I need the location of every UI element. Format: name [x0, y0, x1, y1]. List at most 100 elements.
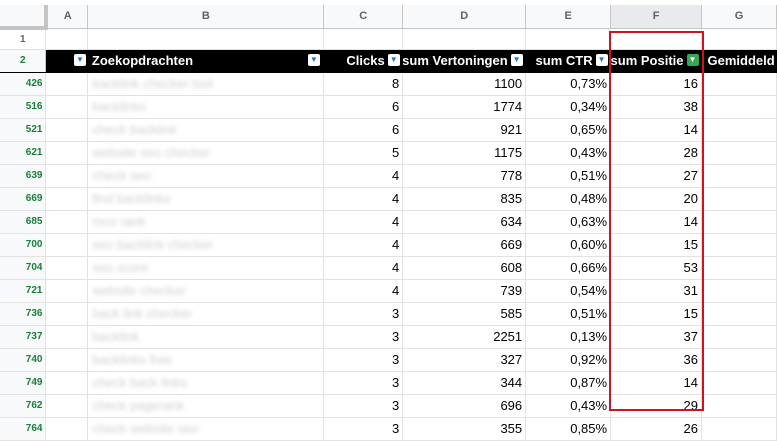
row-header[interactable]: 764 [0, 417, 47, 441]
query-cell[interactable]: backlink [87, 325, 325, 349]
cell-g[interactable] [701, 394, 777, 418]
row-header[interactable]: 685 [0, 210, 47, 234]
column-header-f[interactable]: F [610, 5, 703, 29]
position-cell[interactable]: 14 [610, 210, 703, 234]
cell-g[interactable] [701, 371, 777, 395]
row-header[interactable]: 639 [0, 164, 47, 188]
clicks-cell[interactable]: 3 [323, 417, 404, 441]
query-cell[interactable]: backlinks [87, 95, 325, 119]
filter-icon[interactable]: ▼ [307, 53, 320, 66]
position-cell[interactable]: 53 [610, 256, 703, 280]
cell-g[interactable] [701, 95, 777, 119]
column-header-a[interactable]: A [45, 5, 89, 29]
query-cell[interactable]: backlink checker tool [87, 72, 325, 96]
ctr-cell[interactable]: 0,65% [525, 118, 612, 142]
ctr-cell[interactable]: 0,85% [525, 417, 612, 441]
select-all-corner[interactable] [0, 5, 48, 30]
cell-a[interactable] [45, 164, 89, 188]
cell[interactable] [323, 28, 404, 50]
impressions-cell[interactable]: 1100 [402, 72, 527, 96]
cell-a[interactable] [45, 210, 89, 234]
header-cell-positie[interactable]: sum Positie ▼ [610, 49, 702, 73]
ctr-cell[interactable]: 0,51% [525, 302, 612, 326]
cell-g[interactable] [701, 210, 777, 234]
clicks-cell[interactable]: 3 [323, 394, 404, 418]
query-cell[interactable]: website seo checker [87, 141, 325, 165]
query-cell[interactable]: seo score [87, 256, 325, 280]
row-header[interactable]: 2 [0, 49, 47, 73]
clicks-cell[interactable]: 4 [323, 187, 404, 211]
cell[interactable] [45, 28, 89, 50]
cell-g[interactable] [701, 279, 777, 303]
impressions-cell[interactable]: 344 [402, 371, 527, 395]
impressions-cell[interactable]: 2251 [402, 325, 527, 349]
cell-a[interactable] [45, 348, 89, 372]
cell-g[interactable] [701, 187, 777, 211]
filter-icon[interactable]: ▼ [510, 53, 523, 66]
position-cell[interactable]: 31 [610, 279, 703, 303]
impressions-cell[interactable]: 327 [402, 348, 527, 372]
impressions-cell[interactable]: 739 [402, 279, 527, 303]
query-cell[interactable]: seo backlink checker [87, 233, 325, 257]
query-cell[interactable]: check back links [87, 371, 325, 395]
query-cell[interactable]: back link checker [87, 302, 325, 326]
impressions-cell[interactable]: 778 [402, 164, 527, 188]
filter-icon[interactable]: ▼ [595, 53, 608, 66]
ctr-cell[interactable]: 0,51% [525, 164, 612, 188]
impressions-cell[interactable]: 1774 [402, 95, 527, 119]
ctr-cell[interactable]: 0,48% [525, 187, 612, 211]
position-cell[interactable]: 14 [610, 118, 703, 142]
column-header-b[interactable]: B [87, 5, 325, 29]
active-filter-icon[interactable]: ▼ [686, 53, 699, 66]
cell-a[interactable] [45, 256, 89, 280]
ctr-cell[interactable]: 0,34% [525, 95, 612, 119]
column-header-e[interactable]: E [525, 5, 612, 29]
ctr-cell[interactable]: 0,92% [525, 348, 612, 372]
cell-a[interactable] [45, 417, 89, 441]
clicks-cell[interactable]: 6 [323, 118, 404, 142]
ctr-cell[interactable]: 0,73% [525, 72, 612, 96]
impressions-cell[interactable]: 669 [402, 233, 527, 257]
impressions-cell[interactable]: 355 [402, 417, 527, 441]
query-cell[interactable]: check seo [87, 164, 325, 188]
ctr-cell[interactable]: 0,43% [525, 141, 612, 165]
filter-icon[interactable]: ▼ [387, 53, 400, 66]
query-cell[interactable]: moz rank [87, 210, 325, 234]
position-cell[interactable]: 16 [610, 72, 703, 96]
row-header[interactable]: 737 [0, 325, 47, 349]
row-header[interactable]: 700 [0, 233, 47, 257]
ctr-cell[interactable]: 0,54% [525, 279, 612, 303]
cell-g[interactable] [701, 141, 777, 165]
clicks-cell[interactable]: 4 [323, 233, 404, 257]
column-header-d[interactable]: D [402, 5, 527, 29]
cell-a[interactable] [45, 118, 89, 142]
impressions-cell[interactable]: 1175 [402, 141, 527, 165]
row-header[interactable]: 740 [0, 348, 47, 372]
row-header[interactable]: 621 [0, 141, 47, 165]
cell-a[interactable] [45, 233, 89, 257]
cell-a[interactable] [45, 394, 89, 418]
position-cell[interactable]: 15 [610, 302, 703, 326]
position-cell[interactable]: 15 [610, 233, 703, 257]
position-cell[interactable]: 14 [610, 371, 703, 395]
position-cell[interactable]: 28 [610, 141, 703, 165]
cell-g[interactable] [701, 348, 777, 372]
cell[interactable] [525, 28, 612, 50]
header-cell-a[interactable]: ▼ [45, 49, 88, 73]
header-cell-gemiddeld[interactable]: Gemiddeld [701, 49, 777, 73]
cell-a[interactable] [45, 95, 89, 119]
column-header-c[interactable]: C [323, 5, 404, 29]
row-header[interactable]: 516 [0, 95, 47, 119]
clicks-cell[interactable]: 4 [323, 164, 404, 188]
cell-g[interactable] [701, 118, 777, 142]
cell[interactable] [87, 28, 325, 50]
clicks-cell[interactable]: 3 [323, 348, 404, 372]
position-cell[interactable]: 36 [610, 348, 703, 372]
query-cell[interactable]: backlinks free [87, 348, 325, 372]
impressions-cell[interactable]: 608 [402, 256, 527, 280]
query-cell[interactable]: website checker [87, 279, 325, 303]
clicks-cell[interactable]: 5 [323, 141, 404, 165]
row-header[interactable]: 749 [0, 371, 47, 395]
ctr-cell[interactable]: 0,60% [525, 233, 612, 257]
cell-a[interactable] [45, 371, 89, 395]
